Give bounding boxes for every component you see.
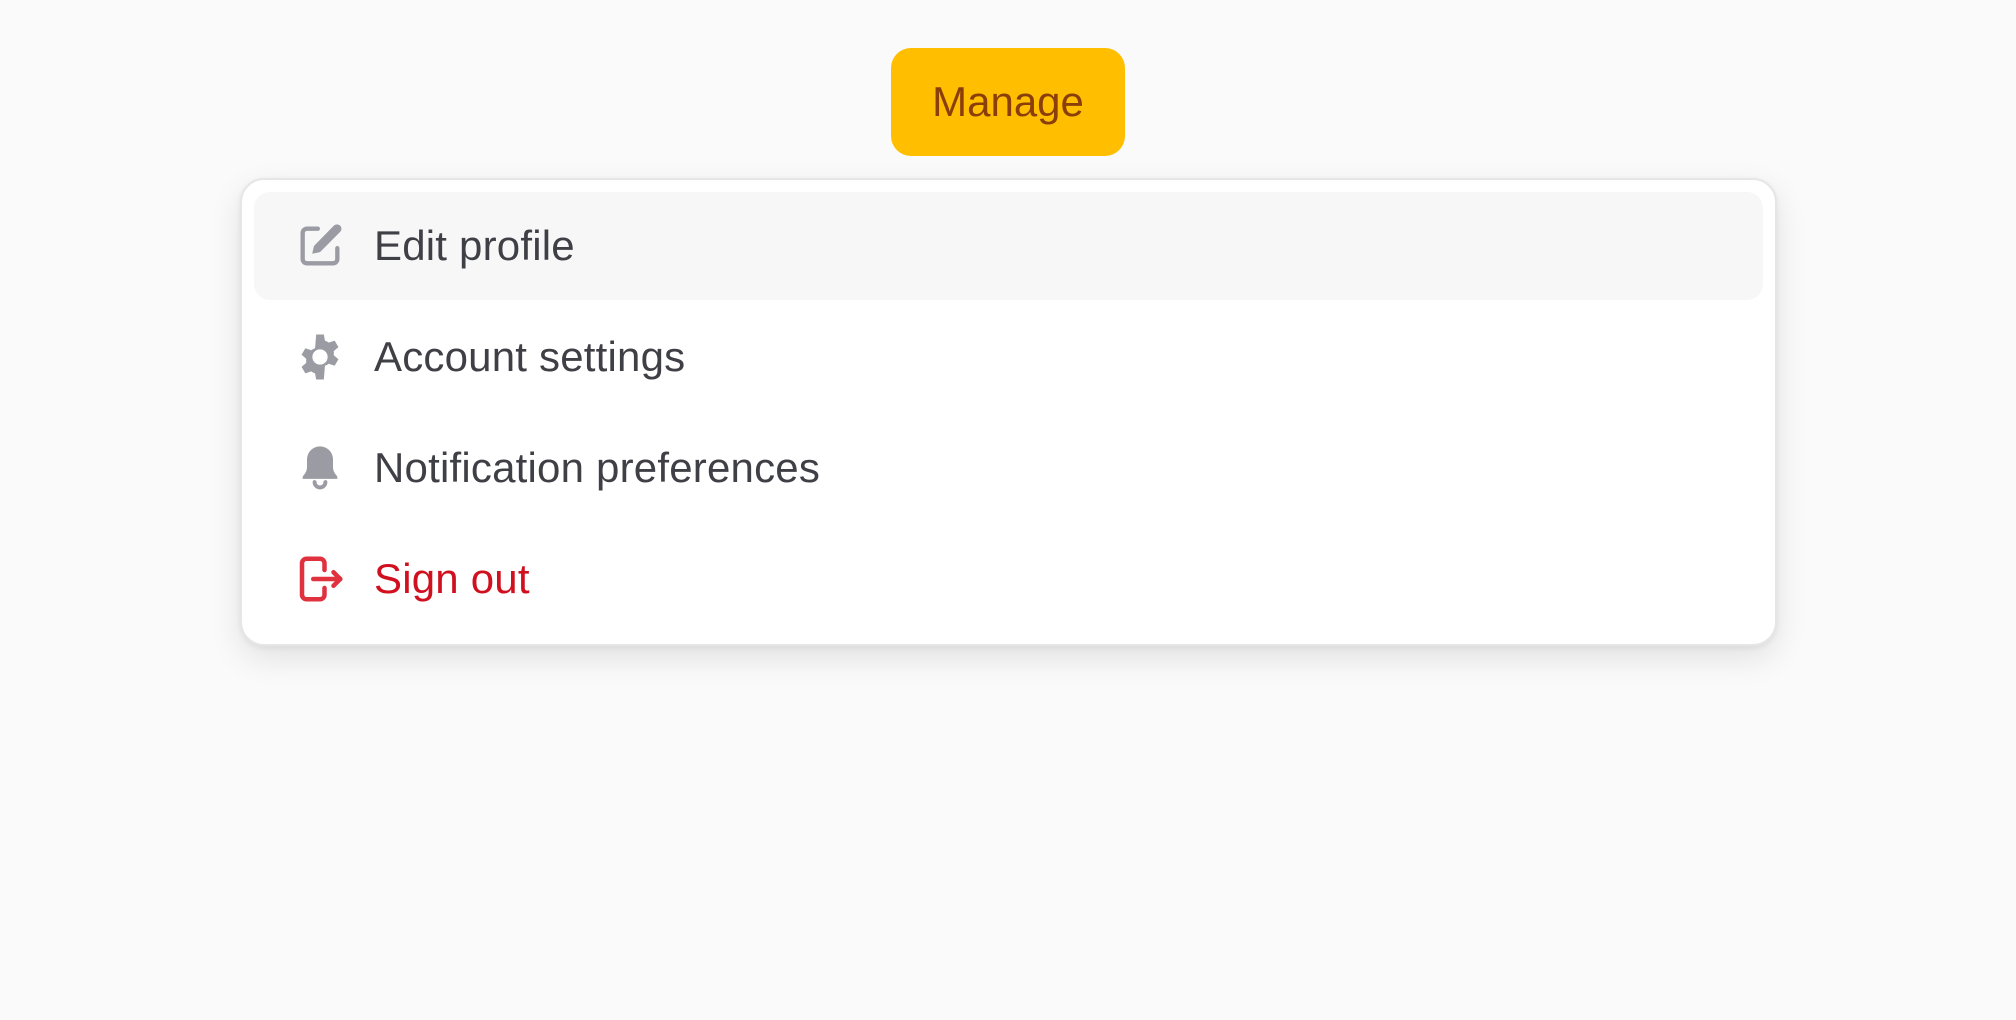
menu-item-label: Edit profile xyxy=(374,222,575,269)
menu-item-sign-out[interactable]: Sign out xyxy=(254,525,1763,633)
menu-item-label: Sign out xyxy=(374,555,530,602)
menu-item-account-settings[interactable]: Account settings xyxy=(254,303,1763,411)
menu-item-edit-profile[interactable]: Edit profile xyxy=(254,192,1763,300)
edit-icon xyxy=(292,218,348,274)
page: Manage Edit profile Account settings Not… xyxy=(0,0,2016,1020)
menu-item-label: Notification preferences xyxy=(374,444,821,491)
menu-item-label: Account settings xyxy=(374,333,686,380)
menu-item-notification-preferences[interactable]: Notification preferences xyxy=(254,414,1763,522)
sign-out-icon xyxy=(292,551,348,607)
bell-icon xyxy=(292,440,348,496)
manage-button[interactable]: Manage xyxy=(891,48,1125,156)
dropdown-menu: Edit profile Account settings Notificati… xyxy=(240,178,1777,646)
gear-icon xyxy=(292,329,348,385)
